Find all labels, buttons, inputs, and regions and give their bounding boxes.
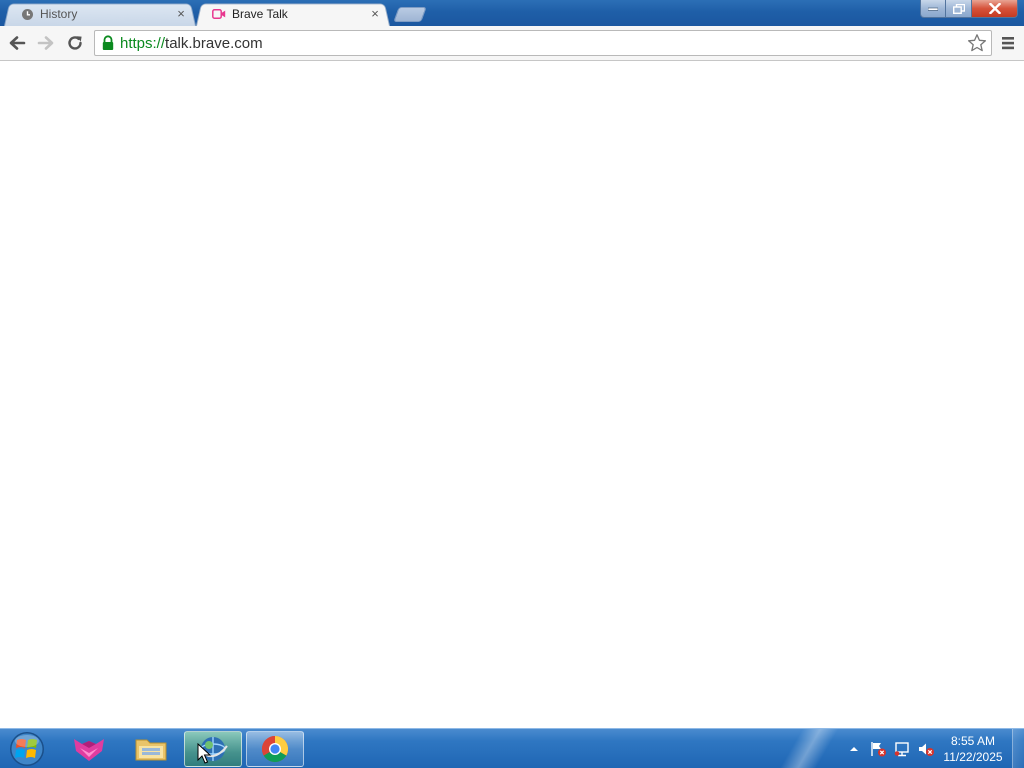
clock-date: 11/22/2025 <box>943 750 1003 764</box>
tab-title: History <box>40 7 78 21</box>
minimize-button[interactable] <box>920 0 946 18</box>
address-bar[interactable]: https://talk.brave.com <box>94 30 992 56</box>
show-hidden-icons-button[interactable] <box>842 739 866 759</box>
title-bar: History × Brave Talk × <box>0 0 1024 26</box>
forward-button[interactable] <box>36 33 56 53</box>
show-desktop-button[interactable] <box>1012 729 1024 768</box>
taskbar-clock[interactable]: 8:55 AM 11/22/2025 <box>936 733 1010 765</box>
restore-button[interactable] <box>946 0 972 18</box>
taskbar-file-explorer[interactable] <box>122 731 180 767</box>
tab-close-icon[interactable]: × <box>368 7 382 21</box>
reload-icon <box>68 36 82 50</box>
taskbar-app-fox[interactable] <box>60 731 118 767</box>
action-center-button[interactable] <box>866 739 890 759</box>
taskbar: 8:55 AM 11/22/2025 <box>0 728 1024 768</box>
forward-arrow-icon <box>37 36 54 50</box>
file-explorer-icon <box>135 739 167 761</box>
address-url: https://talk.brave.com <box>120 35 263 52</box>
triangle-up-icon <box>850 747 858 751</box>
taskbar-browser-globe[interactable] <box>184 731 242 767</box>
mouse-cursor-icon <box>197 743 211 764</box>
system-tray <box>842 729 938 768</box>
volume-muted-icon <box>919 743 934 756</box>
start-button[interactable] <box>5 730 49 768</box>
network-button[interactable] <box>890 739 914 759</box>
flag-error-icon <box>871 742 886 757</box>
clock-time: 8:55 AM <box>950 734 996 748</box>
restore-icon <box>952 3 965 14</box>
browser-toolbar: https://talk.brave.com <box>0 26 1024 61</box>
chrome-icon <box>261 735 289 763</box>
back-arrow-icon <box>9 36 26 50</box>
bookmark-star-icon[interactable] <box>967 33 987 53</box>
start-orb-icon <box>10 732 44 766</box>
reload-button[interactable] <box>65 33 85 53</box>
window-controls <box>920 0 1018 18</box>
video-camera-icon <box>212 7 226 21</box>
page-content <box>0 62 1024 728</box>
close-icon <box>988 3 1001 14</box>
lock-icon <box>102 35 114 50</box>
url-host: talk.brave.com <box>165 34 263 52</box>
new-tab-button[interactable] <box>393 7 427 22</box>
tab-brave-talk[interactable]: Brave Talk × <box>196 2 390 26</box>
tab-history[interactable]: History × <box>4 2 196 26</box>
taskbar-chrome[interactable] <box>246 731 304 767</box>
tab-title: Brave Talk <box>232 7 288 21</box>
tab-close-icon[interactable]: × <box>174 7 188 21</box>
network-icon <box>894 742 909 757</box>
back-button[interactable] <box>7 33 27 53</box>
app-fox-icon <box>74 739 104 761</box>
volume-button[interactable] <box>914 739 938 759</box>
menu-hamburger-icon[interactable] <box>998 34 1018 52</box>
window-close-button[interactable] <box>972 0 1018 18</box>
url-scheme: https:// <box>120 34 166 52</box>
history-clock-icon <box>20 7 34 21</box>
minimize-icon <box>928 7 938 11</box>
